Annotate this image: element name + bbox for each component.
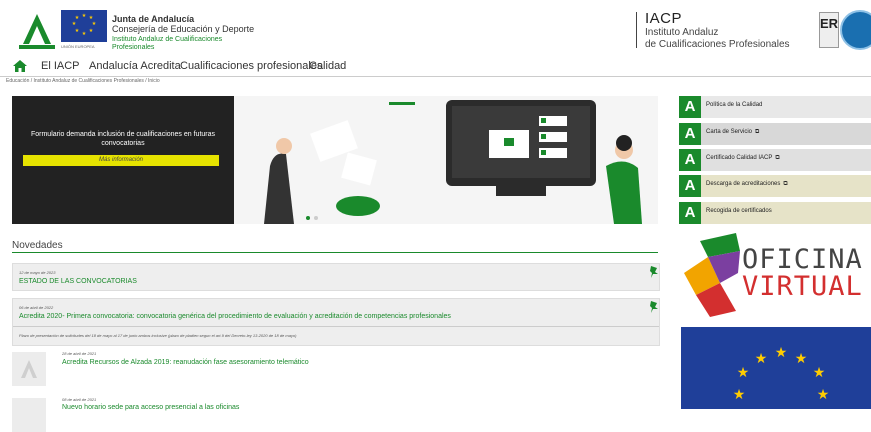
news-description: Plazo de presentación de solicitudes del… — [19, 333, 297, 338]
sidebar-item-politica-calidad[interactable]: A Política de la Calidad — [679, 96, 871, 118]
iacp-subtitle-2: de Cualificaciones Profesionales — [645, 39, 790, 50]
news-thumbnail[interactable] — [12, 352, 46, 386]
svg-text:★: ★ — [89, 28, 94, 34]
news-headline[interactable]: Nuevo horario sede para acceso presencia… — [62, 404, 239, 411]
nav-divider — [0, 76, 871, 77]
home-icon[interactable] — [13, 60, 27, 72]
news-date: 08 de abril de 2021 — [62, 397, 97, 402]
nav-item-el-iacp[interactable]: El IACP — [41, 60, 80, 72]
svg-text:★: ★ — [755, 350, 768, 366]
news-date: 06 de abril de 2022 — [19, 305, 54, 310]
external-link-icon: ⧉ — [755, 129, 760, 135]
sidebar-item-descarga-acreditaciones[interactable]: A Descarga de acreditaciones ⧉ — [679, 175, 871, 197]
svg-text:★: ★ — [75, 15, 80, 21]
oficina-virtual-line2[interactable]: VIRTUAL — [742, 271, 863, 302]
pin-icon — [650, 266, 658, 278]
svg-text:★: ★ — [75, 28, 80, 34]
andalucia-a-icon: A — [679, 123, 701, 145]
andalucia-a-icon: A — [679, 175, 701, 197]
andalucia-logo-icon — [21, 360, 37, 378]
sidebar-item-label: Recogida de certificados — [706, 208, 772, 214]
svg-text:★: ★ — [92, 21, 97, 27]
news-item[interactable]: 12 de mayo de 2023 ESTADO DE LAS CONVOCA… — [12, 263, 660, 291]
andalucia-a-icon: A — [679, 96, 701, 118]
news-date: 28 de abril de 2021 — [62, 351, 97, 356]
hero-banner[interactable]: Formulario demanda inclusión de cualific… — [12, 96, 658, 224]
eu-stars-icon: ★ ★ ★ ★ ★ ★ ★ — [733, 344, 830, 402]
eu-flag-icon: ★ ★ ★ ★ ★ ★ ★ ★ — [61, 10, 107, 42]
sidebar-item-label: Certificado Calidad IACP — [706, 155, 773, 161]
news-headline[interactable]: Acredita Recursos de Alzada 2019: reanud… — [62, 359, 309, 366]
nav-item-calidad[interactable]: Calidad — [309, 60, 346, 72]
svg-text:★: ★ — [737, 364, 750, 380]
news-thumbnail[interactable] — [12, 398, 46, 432]
sidebar-item-carta-servicio[interactable]: A Carta de Servicio ⧉ — [679, 123, 871, 145]
svg-text:★: ★ — [82, 13, 87, 19]
svg-text:★: ★ — [72, 21, 77, 27]
news-item[interactable]: 06 de abril de 2022 Acredita 2020- Prime… — [12, 298, 660, 346]
svg-text:★: ★ — [733, 386, 746, 402]
banner-text: Formulario demanda inclusión de cualific… — [30, 131, 216, 147]
news-headline[interactable]: Acredita 2020- Primera convocatoria: con… — [19, 313, 451, 320]
banner-more-info-button[interactable]: Más información — [23, 155, 219, 166]
news-date: 12 de mayo de 2023 — [19, 270, 56, 275]
nav-item-andalucia-acredita[interactable]: Andalucía Acredita — [89, 60, 181, 72]
sidebar-item-recogida-certificados[interactable]: A Recogida de certificados — [679, 202, 871, 224]
iacp-title[interactable]: IACP — [645, 10, 682, 27]
svg-text:★: ★ — [813, 364, 826, 380]
news-divider — [12, 252, 658, 253]
org-ministry: Consejería de Educación y Deporte — [112, 24, 255, 34]
org-institute: Instituto Andaluz de Cualificaciones Pro… — [112, 36, 223, 51]
header-divider — [636, 12, 637, 48]
eu-funding-panel[interactable]: ★ ★ ★ ★ ★ ★ ★ — [681, 327, 871, 409]
org-name: Junta de Andalucía — [112, 14, 195, 24]
sidebar-item-label: Carta de Servicio — [706, 129, 753, 135]
sidebar-item-certificado-calidad[interactable]: A Certificado Calidad IACP ⧉ — [679, 149, 871, 171]
news-section-title: Novedades — [12, 240, 63, 251]
external-link-icon: ⧉ — [775, 155, 780, 161]
sidebar-item-label: Descarga de acreditaciones — [706, 181, 781, 187]
breadcrumb[interactable]: Educación / Instituto Andaluz de Cualifi… — [6, 78, 160, 84]
svg-text:★: ★ — [795, 350, 808, 366]
eu-caption: UNIÓN EUROPEA — [61, 44, 95, 49]
external-link-icon: ⧉ — [783, 181, 788, 187]
svg-text:★: ★ — [817, 386, 830, 402]
banner-illustration-icon — [234, 96, 658, 224]
news-headline[interactable]: ESTADO DE LAS CONVOCATORIAS — [19, 278, 137, 285]
iacp-subtitle-1: Instituto Andaluz — [645, 27, 719, 38]
andalucia-a-icon: A — [679, 149, 701, 171]
news-inner-divider — [13, 326, 659, 327]
andalucia-a-icon: A — [679, 202, 701, 224]
svg-text:★: ★ — [82, 31, 87, 37]
pin-icon — [650, 301, 658, 313]
sidebar-item-label: Política de la Calidad — [706, 102, 763, 108]
svg-text:★: ★ — [775, 344, 788, 360]
nav-item-cualificaciones[interactable]: Cualificaciones profesionales — [180, 60, 322, 72]
junta-andalucia-logo-icon[interactable] — [17, 12, 57, 50]
er-certification-badge: ER — [819, 12, 839, 48]
